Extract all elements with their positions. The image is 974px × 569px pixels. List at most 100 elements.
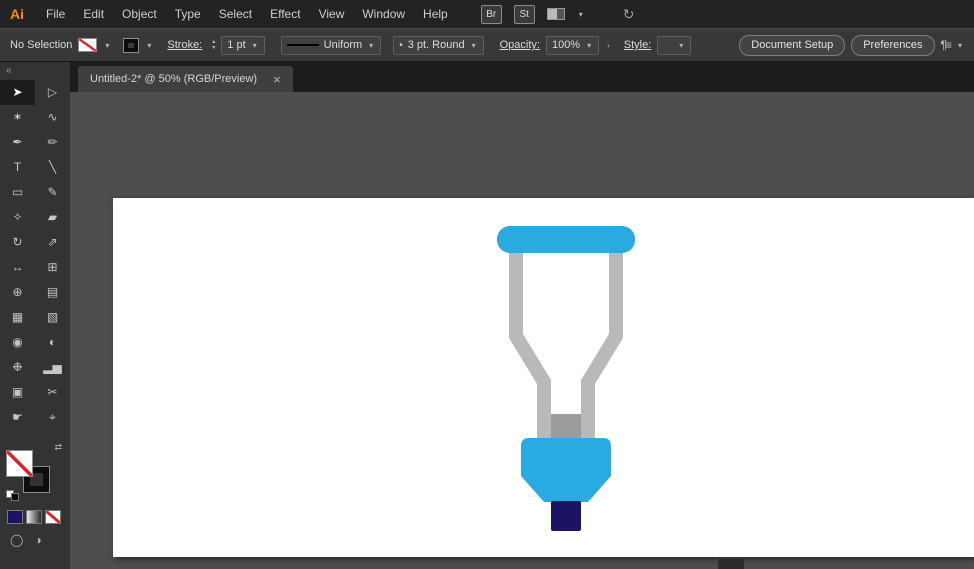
- app-logo: Ai: [0, 6, 37, 22]
- chevron-down-icon[interactable]: ▾: [956, 41, 964, 50]
- menu-item-effect[interactable]: Effect: [261, 7, 309, 21]
- opacity-panel-link[interactable]: Opacity:: [500, 39, 540, 51]
- menu-item-select[interactable]: Select: [210, 7, 261, 21]
- chevron-down-icon[interactable]: ▾: [577, 10, 585, 19]
- menu-item-view[interactable]: View: [310, 7, 354, 21]
- menu-item-type[interactable]: Type: [166, 7, 210, 21]
- menu-item-help[interactable]: Help: [414, 7, 457, 21]
- style-panel-link[interactable]: Style:: [624, 39, 652, 51]
- control-bar: No Selection ▾ ▾ Stroke: ▴ ▾ 1 pt ▾ Unif…: [0, 28, 974, 62]
- panel-collapse-icon[interactable]: «: [0, 62, 70, 80]
- slice-tool[interactable]: ✂: [35, 380, 70, 405]
- gradient-button[interactable]: [26, 510, 42, 524]
- mesh-tool[interactable]: ▦: [0, 305, 35, 330]
- gradient-tool[interactable]: ▧: [35, 305, 70, 330]
- fill-swatch[interactable]: [6, 450, 33, 477]
- stroke-color-swatch[interactable]: [123, 38, 139, 53]
- crutch-hand-grip[interactable]: [521, 438, 611, 502]
- stepper-down-icon[interactable]: ▾: [212, 45, 215, 51]
- document-tab[interactable]: Untitled-2* @ 50% (RGB/Preview) ×: [78, 66, 293, 92]
- rectangle-tool[interactable]: ▭: [0, 180, 35, 205]
- magic-wand-tool[interactable]: ✶: [0, 105, 35, 130]
- stroke-weight-value: 1 pt: [227, 39, 245, 51]
- chevron-down-icon[interactable]: ▾: [367, 41, 375, 50]
- pen-tool[interactable]: ✒: [0, 130, 35, 155]
- shape-builder-tool[interactable]: ⊕: [0, 280, 35, 305]
- eraser-tool[interactable]: ▰: [35, 205, 70, 230]
- zoom-tool[interactable]: ⌖: [35, 405, 70, 430]
- crutch-right-leg[interactable]: [588, 244, 616, 448]
- rotate-tool[interactable]: ↻: [0, 230, 35, 255]
- stroke-panel-link[interactable]: Stroke:: [167, 39, 202, 51]
- perspective-grid-tool[interactable]: ▤: [35, 280, 70, 305]
- crutch-rubber-tip[interactable]: [551, 501, 581, 531]
- menu-item-file[interactable]: File: [37, 7, 74, 21]
- document-setup-button[interactable]: Document Setup: [739, 35, 845, 56]
- horizontal-scrollbar-thumb[interactable]: [718, 559, 744, 569]
- hand-tool[interactable]: ☛: [0, 405, 35, 430]
- canvas-pasteboard[interactable]: [70, 92, 974, 569]
- opacity-value: 100%: [552, 39, 580, 51]
- default-swatches-icon-back[interactable]: [11, 493, 19, 501]
- document-tab-bar: Untitled-2* @ 50% (RGB/Preview) ×: [70, 62, 974, 92]
- swap-fill-stroke-icon[interactable]: ⇄: [54, 442, 62, 453]
- screen-mode-icon[interactable]: ◑: [34, 533, 41, 547]
- stroke-preview-line: [287, 44, 319, 46]
- close-icon[interactable]: ×: [273, 72, 281, 87]
- chevron-down-icon[interactable]: ▾: [677, 41, 685, 50]
- brush-definition-value: 3 pt. Round: [408, 39, 465, 51]
- artboard[interactable]: [113, 198, 974, 557]
- style-dropdown[interactable]: ▾: [657, 36, 691, 55]
- tools-panel: « ➤ ▷ ✶ ∿ ✒ ✏ T ╲ ▭ ✎ ✧ ▰ ↻ ⇗ ↔ ⊞ ⊕ ▤ ▦ …: [0, 62, 70, 569]
- menu-item-window[interactable]: Window: [353, 7, 414, 21]
- shaper-tool[interactable]: ✧: [0, 205, 35, 230]
- color-button[interactable]: [7, 510, 23, 524]
- menu-bar-right: Br St ▾ ↻: [481, 5, 635, 24]
- symbol-sprayer-tool[interactable]: ❉: [0, 355, 35, 380]
- chevron-down-icon[interactable]: ▾: [251, 41, 259, 50]
- chevron-down-icon[interactable]: ▾: [103, 41, 111, 50]
- paintbrush-tool[interactable]: ✎: [35, 180, 70, 205]
- opacity-dropdown[interactable]: 100% ▾: [546, 36, 599, 55]
- brush-preview-dot: •: [399, 40, 403, 51]
- type-tool[interactable]: T: [0, 155, 35, 180]
- preferences-button[interactable]: Preferences: [851, 35, 934, 56]
- chevron-down-icon[interactable]: ▾: [585, 41, 593, 50]
- draw-mode-icon[interactable]: ◯: [10, 533, 23, 547]
- workspace-switcher-icon[interactable]: [547, 8, 565, 20]
- artboard-tool[interactable]: ▣: [0, 380, 35, 405]
- lasso-tool[interactable]: ∿: [35, 105, 70, 130]
- column-graph-tool[interactable]: ▂▅: [35, 355, 70, 380]
- menu-item-edit[interactable]: Edit: [74, 7, 113, 21]
- menu-bar: Ai File Edit Object Type Select Effect V…: [0, 0, 974, 28]
- chevron-down-icon[interactable]: ▾: [470, 41, 478, 50]
- stroke-weight-stepper[interactable]: ▴ ▾: [212, 39, 215, 51]
- width-profile-value: Uniform: [324, 39, 363, 51]
- curvature-tool[interactable]: ✏: [35, 130, 70, 155]
- line-segment-tool[interactable]: ╲: [35, 155, 70, 180]
- fill-color-swatch[interactable]: [78, 38, 97, 52]
- stroke-weight-dropdown[interactable]: 1 pt ▾: [221, 36, 264, 55]
- brush-definition-dropdown[interactable]: • 3 pt. Round ▾: [393, 36, 483, 55]
- chevron-down-icon[interactable]: ▾: [145, 41, 153, 50]
- stock-button[interactable]: St: [514, 5, 535, 24]
- width-profile-dropdown[interactable]: Uniform ▾: [281, 36, 382, 55]
- selection-tool[interactable]: ➤: [0, 80, 35, 105]
- scale-tool[interactable]: ⇗: [35, 230, 70, 255]
- width-tool[interactable]: ↔: [0, 255, 35, 280]
- document-tab-title: Untitled-2* @ 50% (RGB/Preview): [90, 73, 257, 85]
- blend-tool[interactable]: ◐: [35, 330, 70, 355]
- bridge-button[interactable]: Br: [481, 5, 502, 24]
- sync-settings-icon[interactable]: ↻: [623, 6, 635, 23]
- crutch-left-leg[interactable]: [516, 244, 544, 448]
- menu-item-object[interactable]: Object: [113, 7, 166, 21]
- color-mode-row: [7, 510, 70, 524]
- draw-mode-row: ◯ ◑: [10, 533, 70, 547]
- direct-selection-tool[interactable]: ▷: [35, 80, 70, 105]
- none-button[interactable]: [45, 510, 61, 524]
- chevron-right-icon[interactable]: ›: [605, 41, 612, 50]
- eyedropper-tool[interactable]: ◉: [0, 330, 35, 355]
- crutch-underarm-pad[interactable]: [497, 226, 635, 253]
- free-transform-tool[interactable]: ⊞: [35, 255, 70, 280]
- control-panel-menu-icon[interactable]: ¶≡: [941, 38, 950, 52]
